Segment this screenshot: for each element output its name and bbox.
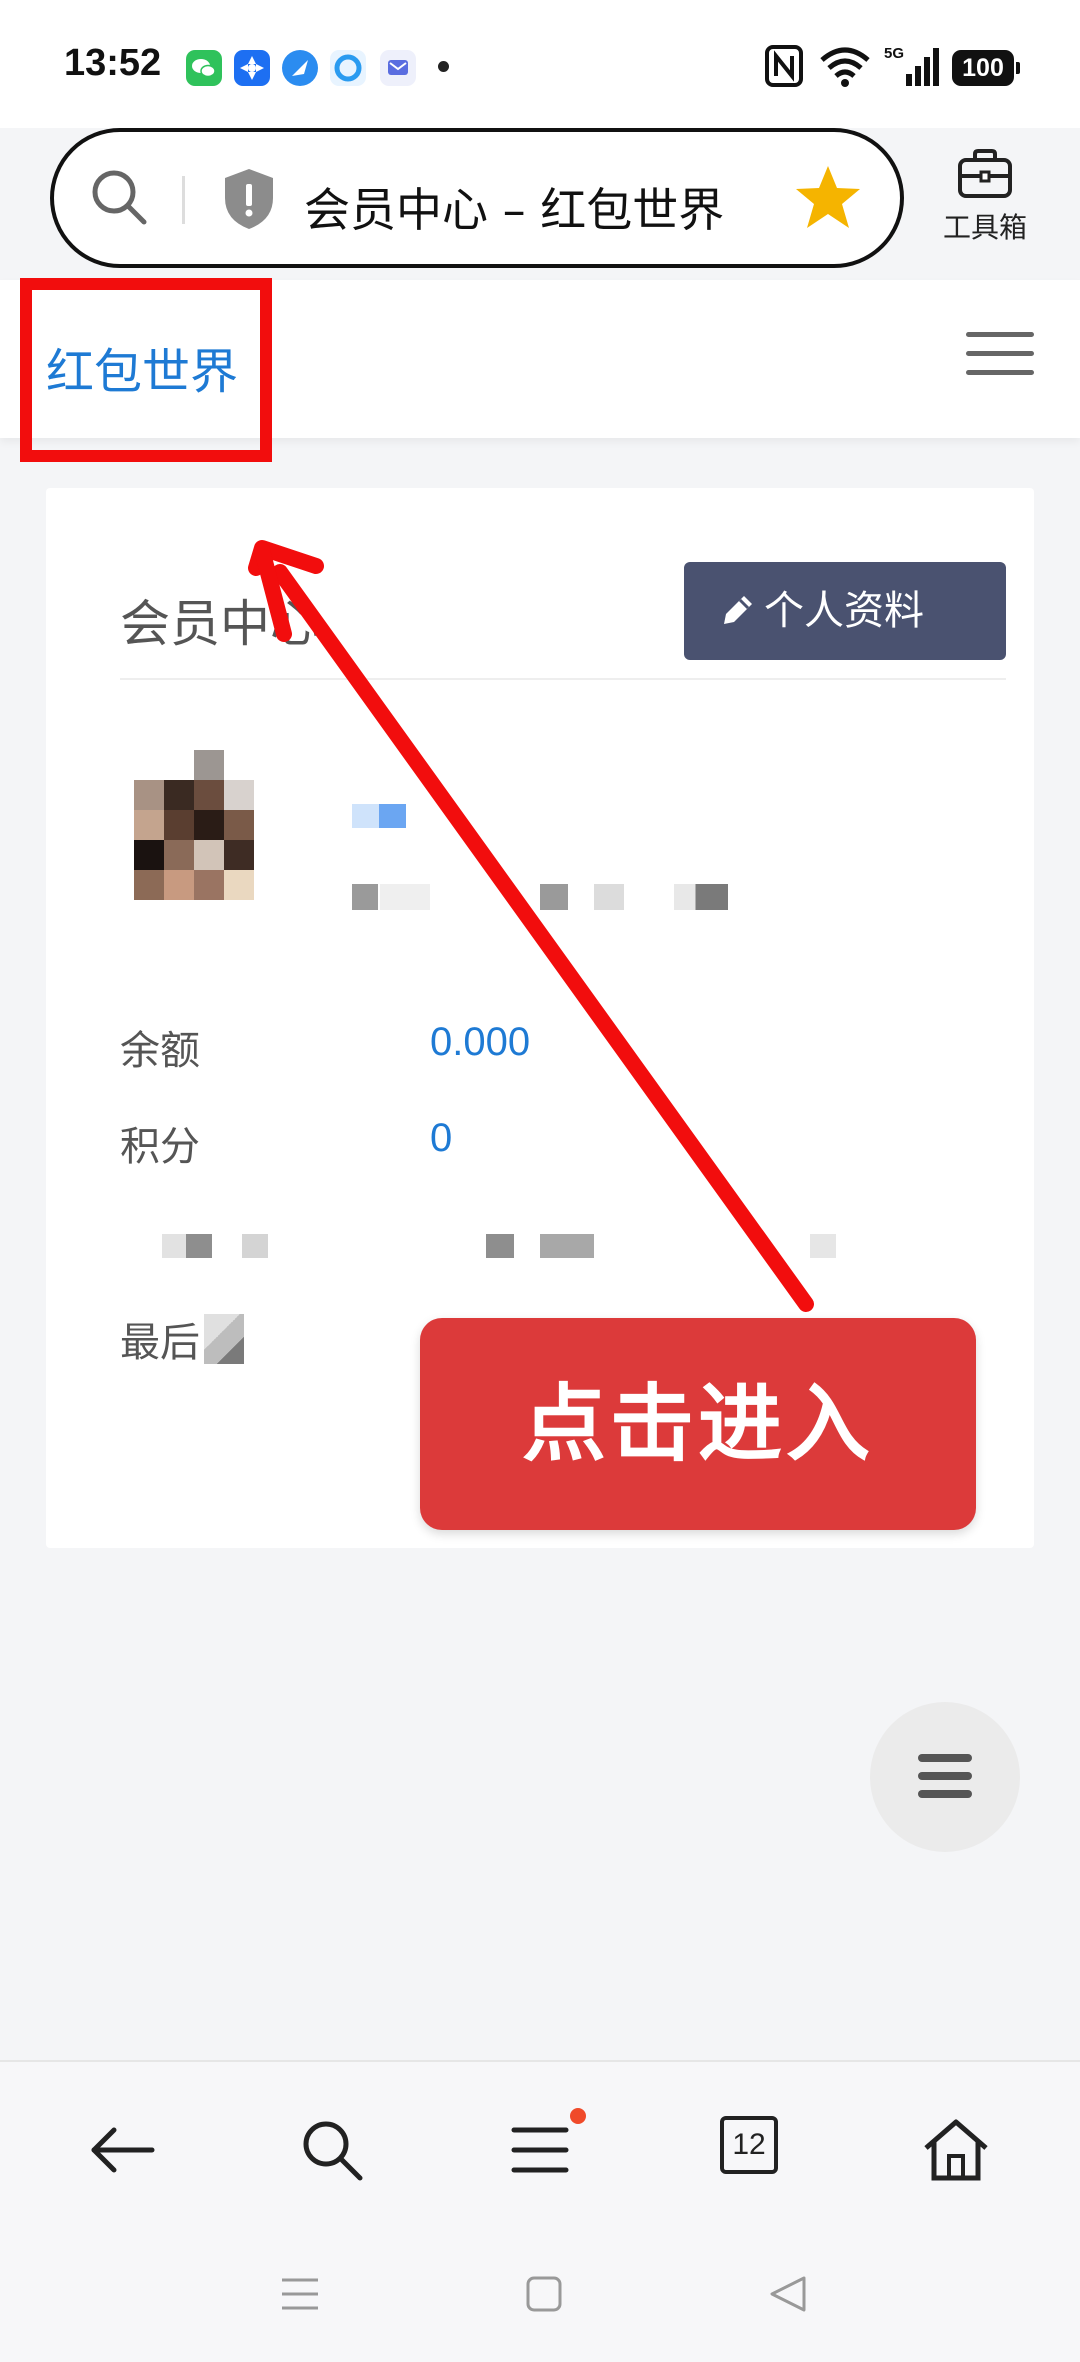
pinwheel-icon — [234, 50, 270, 86]
hamburger-icon[interactable] — [966, 332, 1034, 384]
card-divider — [120, 678, 1006, 680]
nfc-icon — [765, 45, 803, 87]
address-divider — [182, 176, 185, 224]
status-bar: 13:52 5G 100 — [0, 0, 1080, 128]
enter-cta-banner[interactable]: 点击进入 — [420, 1318, 976, 1530]
redacted-block — [380, 884, 430, 910]
points-value: 0 — [430, 1116, 453, 1160]
tabs-icon[interactable]: 12 — [720, 2116, 778, 2174]
redacted-block — [242, 1234, 268, 1258]
list-icon[interactable] — [504, 2114, 576, 2186]
redacted-block — [594, 884, 624, 910]
toolbox-icon — [958, 149, 1012, 198]
browser-icon — [282, 50, 318, 86]
redacted-block — [674, 884, 728, 910]
toolbox-button[interactable]: 工具箱 — [930, 148, 1040, 258]
wechat-icon — [186, 50, 222, 86]
pencil-icon — [724, 596, 752, 624]
status-time: 13:52 — [64, 42, 162, 84]
profile-button[interactable]: 个人资料 — [684, 562, 1006, 660]
balance-value: 0.000 — [430, 1020, 531, 1064]
floating-menu-button[interactable] — [870, 1702, 1020, 1852]
new-indicator-dot — [570, 2108, 586, 2124]
svg-text:5G: 5G — [884, 45, 904, 62]
notification-dot — [438, 61, 449, 72]
search-icon[interactable] — [296, 2114, 368, 2186]
redacted-block — [352, 884, 378, 910]
redacted-block — [540, 884, 568, 910]
profile-button-label: 个人资料 — [764, 588, 924, 634]
balance-label: 余额 — [120, 1028, 200, 1074]
home-icon[interactable] — [522, 2272, 566, 2316]
browser-bottom-toolbar — [0, 2060, 1080, 2230]
home-icon[interactable] — [920, 2114, 992, 2186]
search-icon[interactable] — [88, 166, 150, 228]
shield-icon[interactable] — [220, 166, 278, 232]
redacted-block — [810, 1234, 836, 1258]
avatar — [134, 750, 254, 900]
redacted-block — [186, 1234, 212, 1258]
points-label: 积分 — [120, 1124, 200, 1170]
redacted-block — [486, 1234, 514, 1258]
back-icon[interactable] — [766, 2272, 810, 2316]
address-bar[interactable]: 会员中心 – 红包世界 — [50, 128, 904, 268]
annotation-highlight-box — [20, 278, 272, 462]
signal-icon: 5G — [884, 45, 939, 86]
wifi-icon — [820, 47, 870, 87]
card-title: 会员中心 — [120, 595, 320, 653]
qq-browser-icon — [330, 50, 366, 86]
menu-icon — [918, 1754, 972, 1762]
redacted-block — [204, 1314, 244, 1364]
back-icon[interactable] — [86, 2114, 158, 2186]
recents-icon[interactable] — [278, 2272, 322, 2316]
address-page-title[interactable]: 会员中心 – 红包世界 — [304, 174, 724, 240]
username-redacted — [352, 804, 406, 828]
toolbox-label: 工具箱 — [942, 211, 1027, 244]
system-nav-bar — [0, 2230, 1080, 2362]
redacted-block — [540, 1234, 594, 1258]
star-icon[interactable] — [792, 162, 864, 234]
message-icon — [380, 50, 416, 86]
battery-indicator: 100 — [952, 50, 1020, 86]
last-login-label: 最后 — [120, 1320, 200, 1366]
